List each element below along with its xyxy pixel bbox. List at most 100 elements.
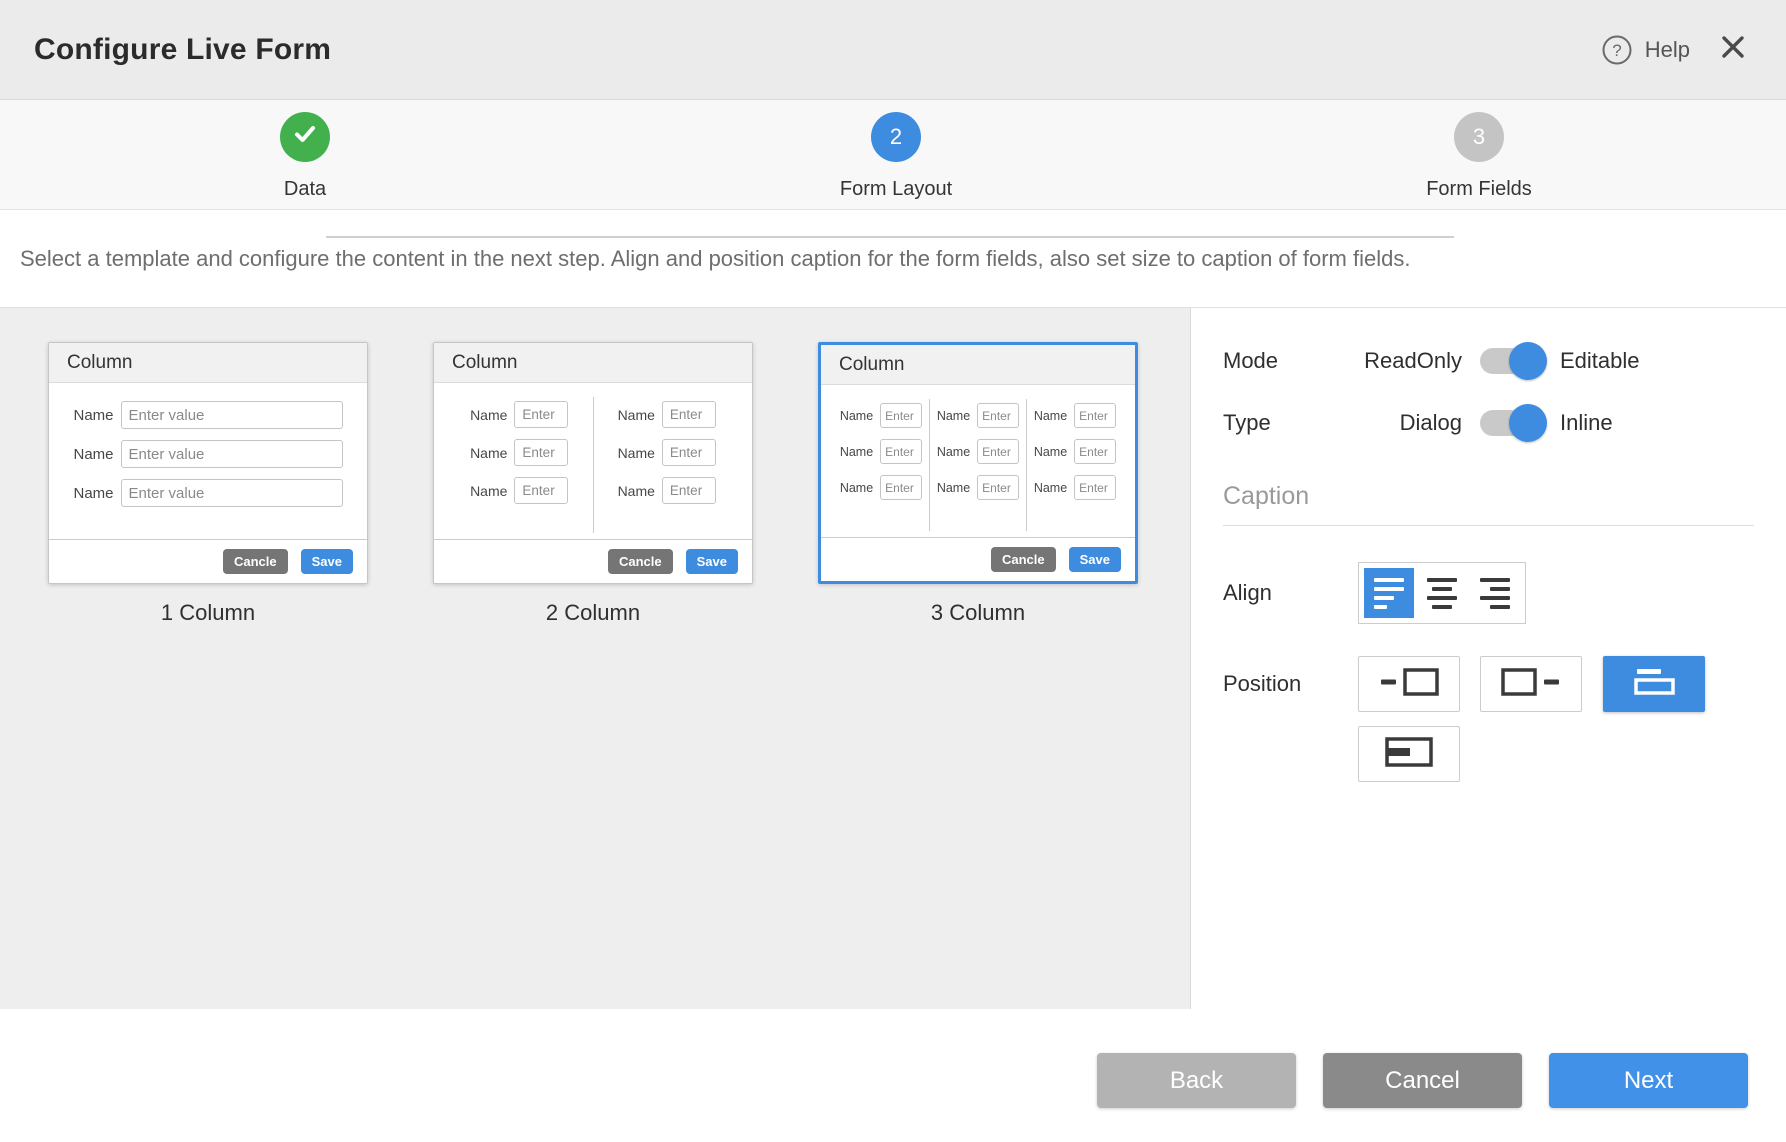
caption-inside-icon [1377,735,1441,774]
template-card-3-column[interactable]: Column Name Enter Name Enter Name Enter Nam… [818,342,1138,1009]
dialog-header: Configure Live Form ? Help [0,0,1786,100]
template-gallery: Column Name Enter value Name Enter value N… [0,308,1191,1009]
caption-divider [1223,525,1754,526]
toggle-knob [1509,404,1547,442]
close-button[interactable] [1718,35,1748,65]
align-right-button[interactable] [1470,568,1520,618]
position-caption-left-button[interactable] [1358,656,1460,712]
page-title: Configure Live Form [34,33,331,67]
align-center-button[interactable] [1417,568,1467,618]
mini-input-preview: Enter [880,403,922,428]
caption-left-icon [1377,665,1441,704]
position-button-group [1358,656,1721,712]
position-caption-inside-button[interactable] [1358,726,1460,782]
mini-input-preview: Enter value [121,479,343,507]
position-row-2 [1358,726,1754,782]
toggle-knob [1509,342,1547,380]
close-icon [1720,34,1746,65]
caption-section-heading: Caption [1223,482,1754,511]
mini-field-label: Name [73,446,113,463]
step-form-layout[interactable]: 2 Form Layout [786,112,1006,201]
align-left-button[interactable] [1364,568,1414,618]
mini-input-preview: Enter [514,477,568,504]
align-label: Align [1223,580,1358,606]
mini-field-label: Name [470,407,507,423]
help-label: Help [1645,37,1690,63]
mini-field-label: Name [937,445,970,459]
step-form-layout-label: Form Layout [840,178,952,201]
settings-panel: Mode ReadOnly Editable Type Dialog [1191,308,1786,1009]
template-preview-1-column: Column Name Enter value Name Enter value N… [48,342,368,584]
align-row: Align [1223,562,1754,624]
mini-input-preview: Enter [514,439,568,466]
description-text: Select a template and configure the cont… [20,246,1410,272]
type-dialog-label: Dialog [1358,410,1462,436]
next-button[interactable]: Next [1549,1053,1748,1108]
mini-save-button: Save [686,549,738,574]
type-inline-label: Inline [1560,410,1613,436]
template-caption: 1 Column [161,600,255,626]
mini-field-label: Name [840,409,873,423]
mini-field-label: Name [73,485,113,502]
template-card-1-column[interactable]: Column Name Enter value Name Enter value N… [48,342,368,1009]
description-bar: Select a template and configure the cont… [0,210,1786,308]
mini-input-preview: Enter [662,439,716,466]
type-row: Type Dialog Inline [1223,410,1754,436]
step-data[interactable]: Data [195,112,415,201]
step-form-layout-circle: 2 [871,112,921,162]
type-toggle[interactable] [1480,410,1542,436]
template-caption: 3 Column [931,600,1025,626]
mini-input-preview: Enter [1074,439,1116,464]
mini-form-title: Column [434,343,752,383]
mini-input-preview: Enter [662,401,716,428]
mini-input-preview: Enter [662,477,716,504]
template-card-2-column[interactable]: Column Name Enter Name Enter Name Enter Nam… [433,342,753,1009]
mini-input-preview: Enter [1074,475,1116,500]
caption-top-icon [1622,665,1686,704]
mini-field-label: Name [937,481,970,495]
mini-form-title: Column [821,345,1135,385]
cancel-button[interactable]: Cancel [1323,1053,1522,1108]
caption-right-icon [1499,665,1563,704]
mini-input-preview: Enter [880,475,922,500]
mini-form-title: Column [49,343,367,383]
position-caption-right-button[interactable] [1480,656,1582,712]
mode-label: Mode [1223,348,1358,374]
mini-input-preview: Enter [514,401,568,428]
mini-field-label: Name [618,407,655,423]
mini-field-label: Name [618,445,655,461]
mini-field-label: Name [840,481,873,495]
mini-input-preview: Enter [977,475,1019,500]
mini-field-label: Name [1034,409,1067,423]
mini-input-preview: Enter [977,439,1019,464]
position-label: Position [1223,671,1358,697]
svg-text:?: ? [1612,41,1621,60]
template-preview-3-column: Column Name Enter Name Enter Name Enter Nam… [818,342,1138,584]
type-label: Type [1223,410,1358,436]
step-data-circle [280,112,330,162]
help-button[interactable]: ? Help [1601,34,1690,66]
step-form-fields-label: Form Fields [1426,178,1532,201]
mini-field-label: Name [937,409,970,423]
mini-field-label: Name [1034,445,1067,459]
step-form-fields-circle: 3 [1454,112,1504,162]
mini-cancel-button: Cancle [991,547,1056,572]
mini-input-preview: Enter [1074,403,1116,428]
back-button[interactable]: Back [1097,1053,1296,1108]
mini-input-preview: Enter value [121,401,343,429]
template-preview-2-column: Column Name Enter Name Enter Name Enter Nam… [433,342,753,584]
mini-field-label: Name [470,483,507,499]
align-button-group [1358,562,1526,624]
mini-field-label: Name [1034,481,1067,495]
mini-field-label: Name [73,407,113,424]
step-form-fields[interactable]: 3 Form Fields [1369,112,1589,201]
mode-toggle[interactable] [1480,348,1542,374]
position-caption-top-button[interactable] [1603,656,1705,712]
mini-cancel-button: Cancle [608,549,673,574]
mini-input-preview: Enter value [121,440,343,468]
wizard-stepper: Data 2 Form Layout 3 Form Fields [0,100,1786,210]
mode-readonly-label: ReadOnly [1358,348,1462,374]
mini-input-preview: Enter [977,403,1019,428]
mini-field-label: Name [470,445,507,461]
mini-save-button: Save [301,549,353,574]
